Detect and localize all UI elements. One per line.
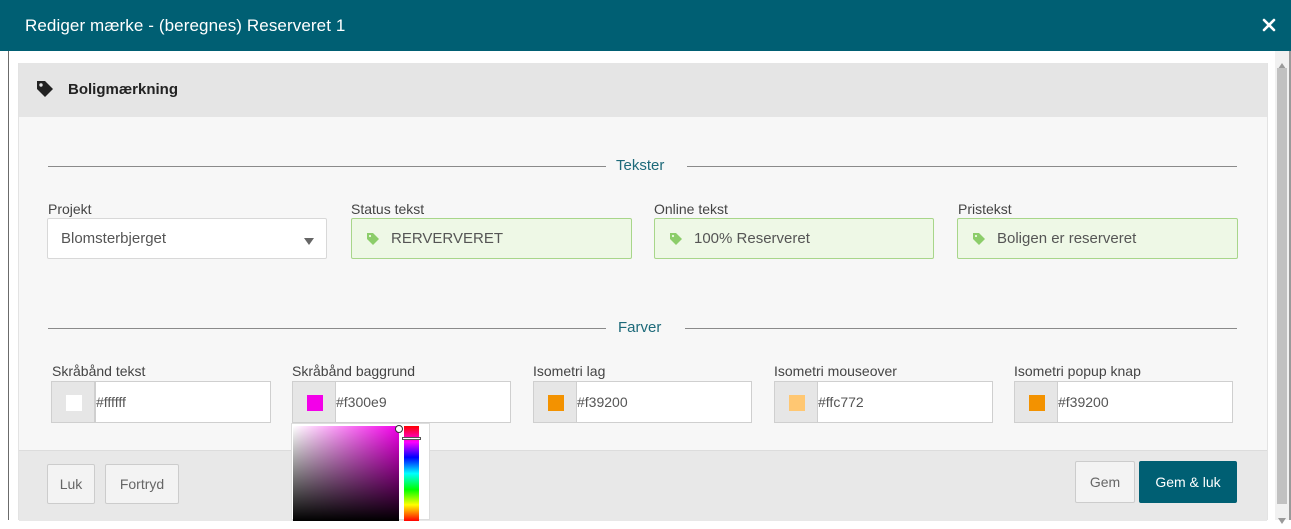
dialog-body: Boligmærkning Tekster Projekt Blomsterbj… xyxy=(18,63,1268,521)
skraband-tekst-value: #ffffff xyxy=(96,394,126,410)
tag-icon xyxy=(973,232,985,245)
backdrop-edge xyxy=(8,51,9,520)
caret-down-icon xyxy=(304,233,314,245)
divider-left xyxy=(48,328,606,329)
scrollbar[interactable] xyxy=(1275,51,1289,524)
isometri-popup-knap-label: Isometri popup knap xyxy=(1014,363,1141,379)
skraband-tekst-input[interactable]: #ffffff xyxy=(95,381,271,423)
isometri-mouseover-input[interactable]: #ffc772 xyxy=(817,381,993,423)
online-tekst-value: 100% Reserveret xyxy=(694,230,810,247)
dialog-footer: Luk Fortryd Gem Gem & luk xyxy=(19,450,1267,521)
color-swatch xyxy=(66,395,82,411)
skraband-tekst-label: Skråbånd tekst xyxy=(52,363,146,379)
dialog-title: Rediger mærke - (beregnes) Reserveret 1 xyxy=(25,16,346,35)
skraband-baggrund-input[interactable]: #f300e9 xyxy=(335,381,511,423)
hue-slider[interactable] xyxy=(404,426,419,521)
color-picker-popup xyxy=(291,423,430,521)
dialog-titlebar: Rediger mærke - (beregnes) Reserveret 1 xyxy=(0,0,1291,51)
projekt-label: Projekt xyxy=(48,201,92,217)
color-swatch xyxy=(548,395,564,411)
color-swatch xyxy=(1029,395,1045,411)
isometri-lag-label: Isometri lag xyxy=(533,363,606,379)
scroll-up-icon[interactable] xyxy=(1278,56,1286,69)
pristekst-value: Boligen er reserveret xyxy=(997,230,1137,247)
section-title: Boligmærkning xyxy=(68,81,179,98)
saturation-area[interactable] xyxy=(293,425,403,521)
color-swatch xyxy=(307,395,323,411)
projekt-value: Blomsterbjerget xyxy=(61,230,167,247)
online-tekst-label: Online tekst xyxy=(654,201,728,217)
isometri-mouseover-value: #ffc772 xyxy=(818,394,864,410)
divider-right xyxy=(685,328,1237,329)
divider-left xyxy=(48,166,606,167)
tag-icon xyxy=(367,232,379,245)
tekster-heading: Tekster xyxy=(616,157,665,174)
color-swatch-button[interactable] xyxy=(533,381,577,423)
tag-icon xyxy=(670,232,682,245)
gem-button[interactable]: Gem xyxy=(1075,461,1135,503)
tag-icon xyxy=(36,80,54,98)
pristekst-label: Pristekst xyxy=(958,201,1012,217)
status-tekst-value: RERVERVERET xyxy=(391,230,503,247)
isometri-lag-input[interactable]: #f39200 xyxy=(576,381,752,423)
color-swatch-button[interactable] xyxy=(774,381,818,423)
hue-handle[interactable] xyxy=(402,437,421,440)
isometri-popup-knap-input[interactable]: #f39200 xyxy=(1057,381,1233,423)
farver-heading: Farver xyxy=(618,319,662,336)
section-header: Boligmærkning xyxy=(19,63,1267,117)
color-swatch-button[interactable] xyxy=(1014,381,1058,423)
saturation-handle[interactable] xyxy=(395,425,403,433)
color-swatch-button[interactable] xyxy=(292,381,336,423)
scrollbar-thumb[interactable] xyxy=(1277,68,1287,504)
isometri-popup-knap-value: #f39200 xyxy=(1058,394,1109,410)
status-tekst-field[interactable]: RERVERVERET xyxy=(351,218,632,259)
isometri-lag-value: #f39200 xyxy=(577,394,628,410)
online-tekst-field[interactable]: 100% Reserveret xyxy=(654,218,934,259)
close-icon[interactable] xyxy=(1258,14,1280,36)
divider-right xyxy=(687,166,1237,167)
isometri-mouseover-label: Isometri mouseover xyxy=(774,363,897,379)
pristekst-field[interactable]: Boligen er reserveret xyxy=(957,218,1238,259)
luk-button[interactable]: Luk xyxy=(47,464,95,504)
status-tekst-label: Status tekst xyxy=(351,201,425,217)
skraband-baggrund-label: Skråbånd baggrund xyxy=(292,363,415,379)
color-swatch-button[interactable] xyxy=(51,381,95,423)
scroll-down-icon[interactable] xyxy=(1278,511,1286,524)
projekt-select[interactable]: Blomsterbjerget xyxy=(47,218,327,259)
fortryd-button[interactable]: Fortryd xyxy=(105,464,179,504)
gem-og-luk-button[interactable]: Gem & luk xyxy=(1139,461,1237,503)
color-swatch xyxy=(789,395,805,411)
skraband-baggrund-value: #f300e9 xyxy=(336,394,387,410)
